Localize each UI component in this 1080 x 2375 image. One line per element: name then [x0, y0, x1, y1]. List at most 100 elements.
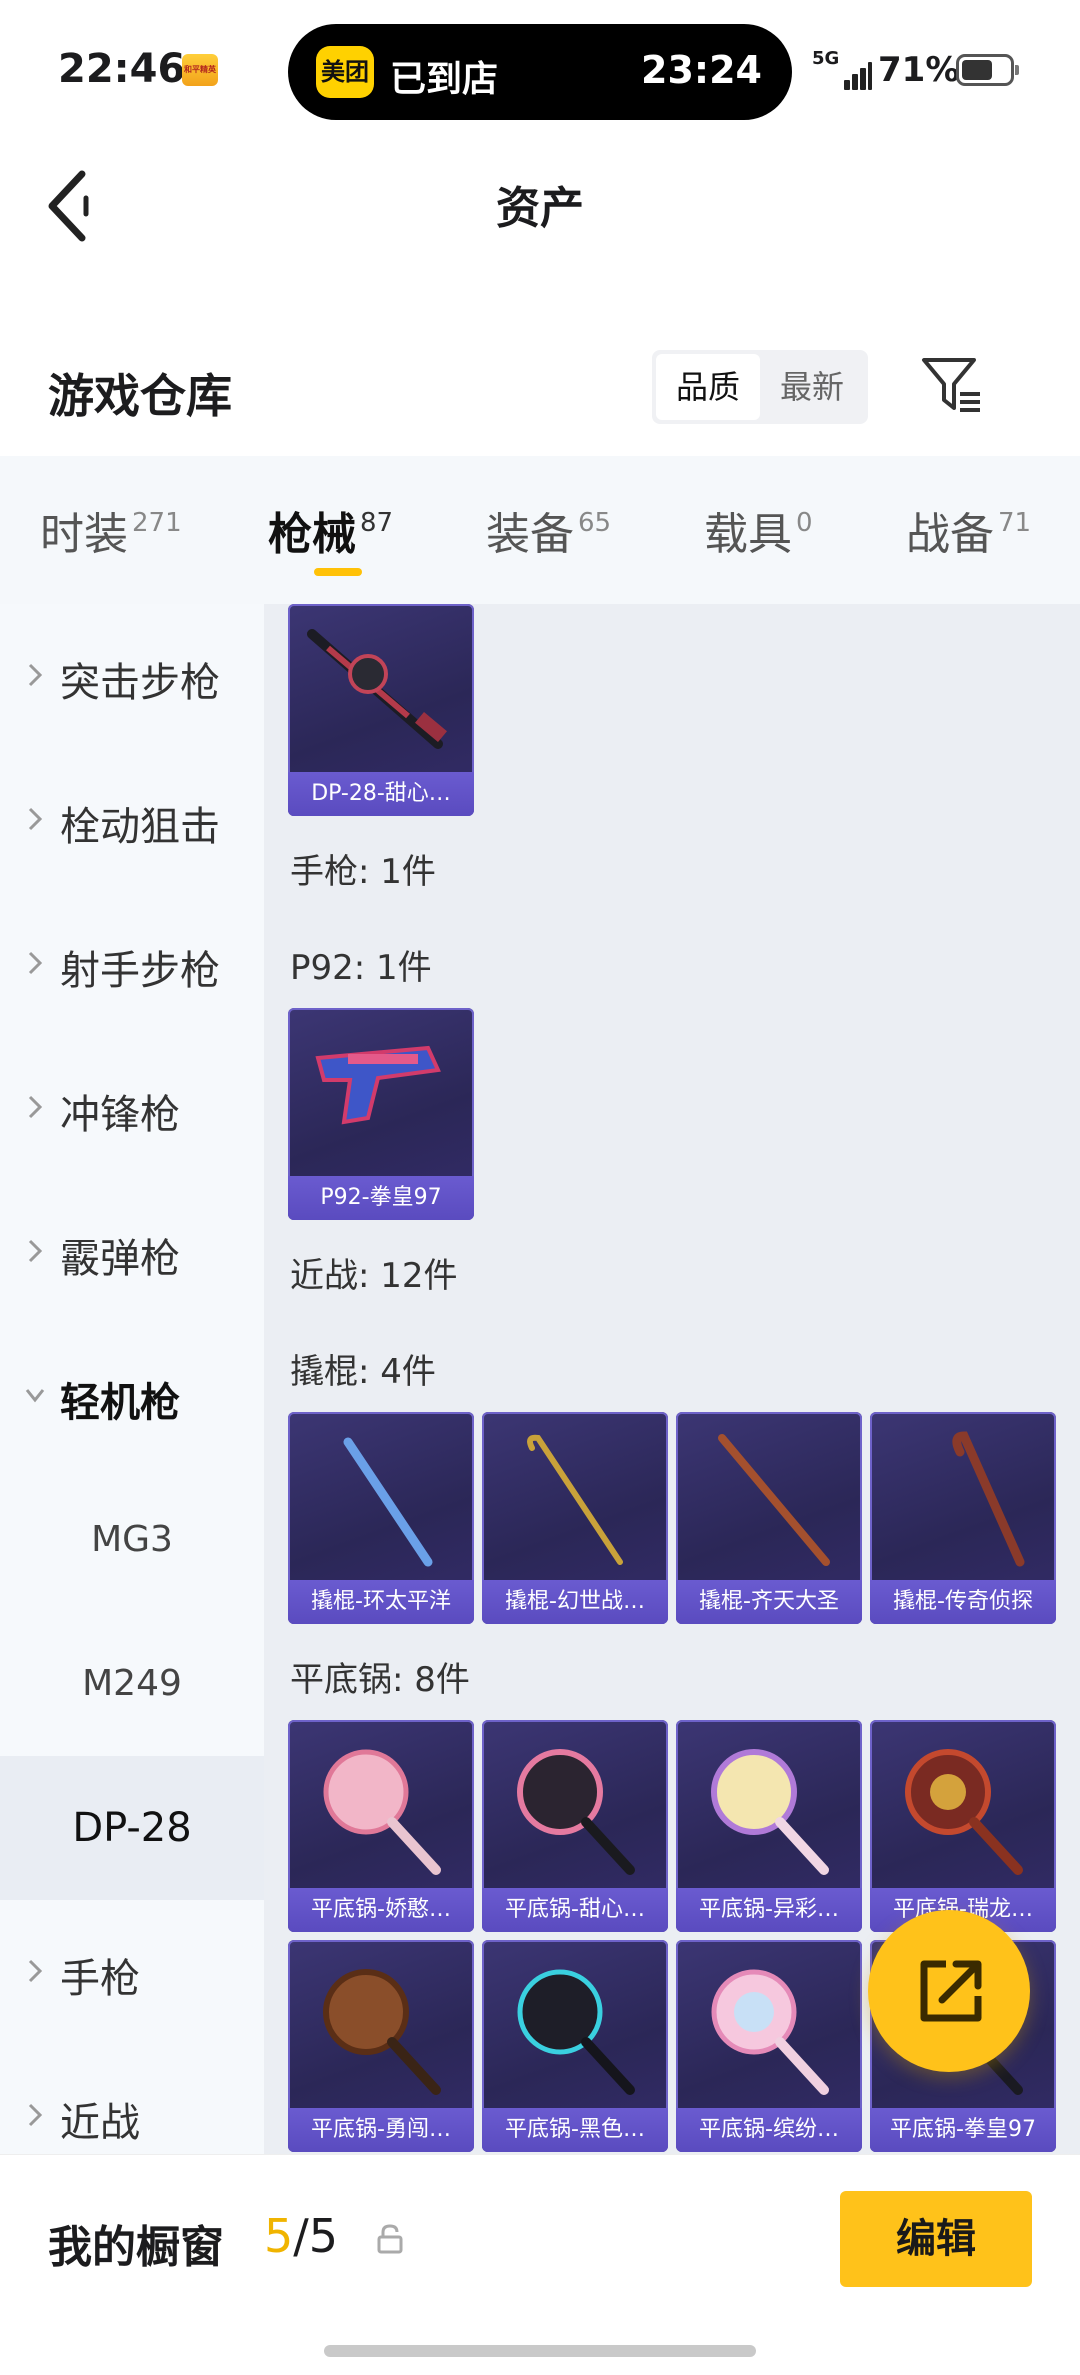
sidebar-subitem-mg3[interactable]: MG3 [0, 1468, 264, 1612]
sidebar-item-label: 轻机枪 [60, 1380, 180, 1426]
island-time: 23:24 [641, 48, 762, 92]
showcase-count: 5/5 [264, 2209, 338, 2263]
tab-equipment[interactable]: 装备 65 [486, 498, 611, 562]
item-card-pan[interactable]: 平底锅-异彩… [676, 1720, 862, 1932]
item-card-crowbar[interactable]: 撬棍-传奇侦探 [870, 1412, 1056, 1624]
sidebar-item-label: 射手步枪 [60, 948, 220, 994]
tab-firearms[interactable]: 枪械 87 [268, 498, 393, 562]
sidebar-item-lmg[interactable]: 轻机枪 [0, 1324, 264, 1468]
sort-newest-button[interactable]: 最新 [760, 354, 864, 420]
section-label-crowbar: 撬棍: 4件 [290, 1352, 436, 1392]
item-card-crowbar[interactable]: 撬棍-幻世战… [482, 1412, 668, 1624]
item-card-caption: 平底锅-甜心… [482, 1888, 668, 1932]
item-card-caption: 撬棍-幻世战… [482, 1580, 668, 1624]
pistol-icon [315, 1045, 441, 1125]
share-fab-button[interactable] [868, 1910, 1030, 2072]
item-card-caption: 平底锅-娇憨… [288, 1888, 474, 1932]
sidebar-subitem-dp28[interactable]: DP-28 [0, 1756, 264, 1900]
frying-pan-icon [323, 1749, 441, 1875]
machine-gun-icon [307, 629, 447, 749]
tab-supplies[interactable]: 战备 71 [906, 498, 1031, 562]
item-card-caption: 撬棍-传奇侦探 [870, 1580, 1056, 1624]
sidebar-item-label: 霰弹枪 [60, 1236, 180, 1282]
umbrella-icon [952, 1431, 1025, 1567]
frying-pan-icon [711, 1969, 829, 2095]
item-card-caption: 撬棍-齐天大圣 [676, 1580, 862, 1624]
sidebar-item-label: 冲锋枪 [60, 1092, 180, 1138]
showcase-count-current: 5 [264, 2209, 294, 2263]
status-time: 22:46 [58, 46, 186, 92]
item-card-pan[interactable]: 平底锅-缤纷… [676, 1940, 862, 2152]
chevron-down-icon [25, 1389, 45, 1403]
chevron-right-icon [28, 951, 43, 975]
item-card-crowbar[interactable]: 撬棍-环太平洋 [288, 1412, 474, 1624]
section-label-melee: 近战: 12件 [290, 1256, 458, 1296]
chevron-right-icon [28, 807, 43, 831]
item-card-pan[interactable]: 平底锅-甜心… [482, 1720, 668, 1932]
item-card-caption: 平底锅-缤纷… [676, 2108, 862, 2152]
app-badge-icon: 和平精英 [182, 54, 218, 86]
tab-count: 271 [132, 508, 182, 538]
tab-label: 时装 [40, 509, 128, 560]
tab-count: 71 [998, 508, 1032, 538]
lock-icon [377, 2224, 403, 2254]
tab-label: 战备 [906, 509, 994, 560]
filter-icon [922, 358, 980, 412]
frying-pan-icon [711, 1749, 829, 1875]
section-label-pistol: 手枪: 1件 [290, 852, 436, 892]
chevron-right-icon [28, 1095, 43, 1119]
sidebar-item-smg[interactable]: 冲锋枪 [0, 1036, 264, 1180]
showcase-label: 我的橱窗 [48, 2222, 224, 2273]
page-title: 资产 [496, 183, 584, 234]
battery-percent: 71% [878, 50, 960, 90]
item-card-caption: 平底锅-勇闯… [288, 2108, 474, 2152]
crowbar-icon [718, 1434, 830, 1566]
frying-pan-icon [905, 1749, 1023, 1875]
sidebar-subitem-m249[interactable]: M249 [0, 1612, 264, 1756]
sidebar-item-bolt-sniper[interactable]: 栓动狙击 [0, 748, 264, 892]
tab-count: 87 [360, 508, 394, 538]
chevron-right-icon [28, 1239, 43, 1263]
section-label-pan: 平底锅: 8件 [290, 1660, 470, 1700]
bottom-bar: 我的橱窗 5/5 编辑 [0, 2154, 1080, 2375]
tab-label: 装备 [486, 509, 574, 560]
frying-pan-icon [517, 1969, 635, 2095]
crowbar-icon [527, 1434, 623, 1565]
sidebar-item-assault-rifle[interactable]: 突击步枪 [0, 604, 264, 748]
item-card-pan[interactable]: 平底锅-黑色… [482, 1940, 668, 2152]
edit-button[interactable]: 编辑 [840, 2191, 1032, 2287]
section-label-p92: P92: 1件 [290, 948, 432, 988]
item-card-p92[interactable]: P92-拳皇97 [288, 1008, 474, 1220]
warehouse-title: 游戏仓库 [48, 369, 232, 423]
share-icon [920, 1960, 982, 2022]
item-card-dp28[interactable]: DP-28-甜心… [288, 604, 474, 816]
tab-count: 0 [796, 508, 813, 538]
tab-vehicles[interactable]: 载具 0 [704, 498, 813, 562]
chevron-right-icon [28, 2103, 43, 2127]
item-card-caption: 平底锅-黑色… [482, 2108, 668, 2152]
frying-pan-icon [323, 1969, 441, 2095]
item-card-pan[interactable]: 平底锅-勇闯… [288, 1940, 474, 2152]
active-tab-indicator [314, 568, 362, 576]
sidebar-item-label: 突击步枪 [60, 660, 220, 706]
sidebar-item-shotgun[interactable]: 霰弹枪 [0, 1180, 264, 1324]
sidebar-item-label: 手枪 [60, 1956, 140, 2002]
weapon-type-sidebar: 突击步枪 栓动狙击 射手步枪 冲锋枪 霰弹枪 轻机枪 MG3 M249 DP-2… [0, 604, 264, 2154]
tab-fashion[interactable]: 时装 271 [40, 498, 182, 562]
item-card-caption: DP-28-甜心… [288, 772, 474, 816]
item-card-pan[interactable]: 平底锅-瑞龙… [870, 1720, 1056, 1932]
sort-quality-button[interactable]: 品质 [656, 354, 760, 420]
sidebar-item-label: 栓动狙击 [60, 804, 220, 850]
item-card-crowbar[interactable]: 撬棍-齐天大圣 [676, 1412, 862, 1624]
sidebar-item-pistol[interactable]: 手枪 [0, 1900, 264, 2044]
item-card-pan[interactable]: 平底锅-娇憨… [288, 1720, 474, 1932]
status-bar: 22:46 和平精英 美团 已到店 23:24 5G 71% [0, 0, 1080, 140]
filter-button[interactable] [918, 350, 988, 420]
home-indicator[interactable] [324, 2345, 756, 2357]
dynamic-island[interactable]: 美团 已到店 23:24 [288, 24, 792, 120]
chevron-right-icon [28, 1959, 43, 1983]
battery-icon [956, 54, 1019, 86]
item-card-caption: P92-拳皇97 [288, 1176, 474, 1220]
item-card-caption: 平底锅-异彩… [676, 1888, 862, 1932]
sidebar-item-marksman-rifle[interactable]: 射手步枪 [0, 892, 264, 1036]
